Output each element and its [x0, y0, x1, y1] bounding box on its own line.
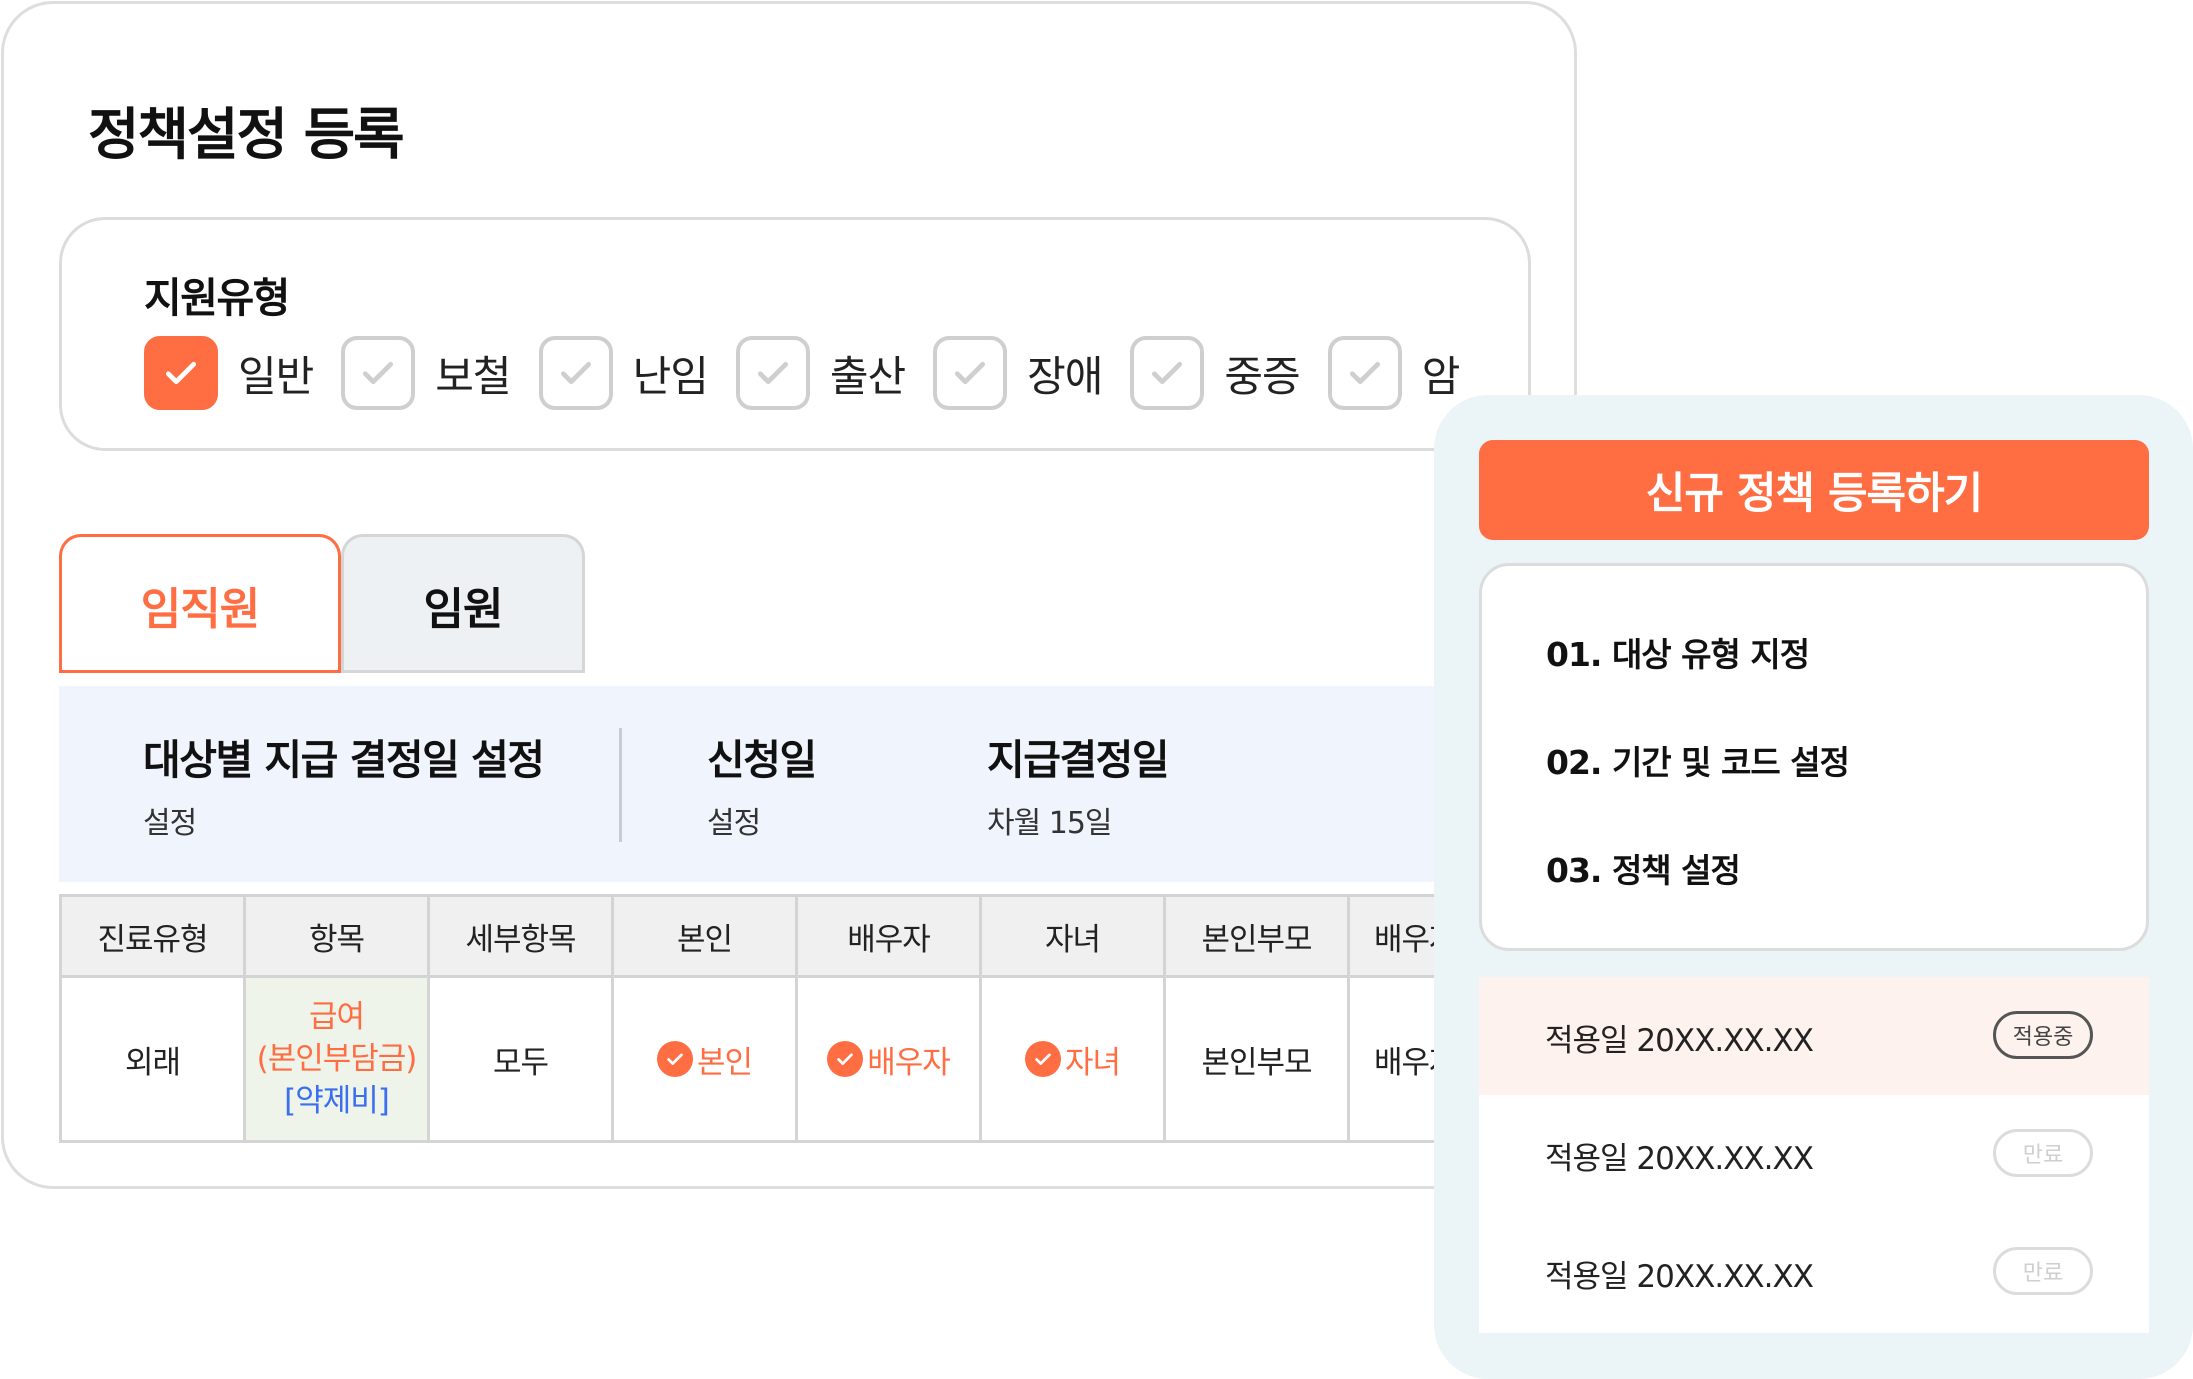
- self-cell[interactable]: 본인: [611, 975, 798, 1143]
- history-date: 적용일 20XX.XX.XX: [1545, 1141, 1814, 1177]
- active-tab-underline: [59, 670, 341, 673]
- policy-steps: 01. 대상 유형 지정 02. 기간 및 코드 설정 03. 정책 설정: [1479, 563, 2149, 951]
- history-item[interactable]: 적용일 20XX.XX.XX 만료: [1479, 1213, 2149, 1331]
- check-icon: [1349, 361, 1380, 385]
- spouse-check[interactable]: 배우자: [827, 1037, 951, 1082]
- checkbox-disability[interactable]: [933, 336, 1008, 410]
- column-header: 진료유형: [59, 894, 246, 978]
- page-title: 정책설정 등록: [88, 103, 405, 168]
- apply-date-setting-link[interactable]: 설정: [707, 798, 761, 842]
- option-label: 장애: [1027, 351, 1103, 401]
- checkbox-general[interactable]: [144, 336, 218, 410]
- policy-side-panel: 신규 정책 등록하기 01. 대상 유형 지정 02. 기간 및 코드 설정 0…: [1434, 395, 2193, 1379]
- column-header: 본인부모: [1163, 894, 1350, 978]
- support-option-general[interactable]: 일반: [144, 336, 314, 410]
- parents-cell[interactable]: 본인부모: [1163, 975, 1350, 1143]
- support-option-childbirth[interactable]: 출산: [735, 336, 906, 410]
- table-row: 외래 급여 (본인부담금) [약제비] 모두 본인 배우자 자녀 본인부모 배우…: [59, 975, 1534, 1143]
- column-header: 자녀: [979, 894, 1166, 978]
- check-circle-icon: [1024, 1041, 1061, 1077]
- new-policy-button[interactable]: 신규 정책 등록하기: [1479, 440, 2149, 540]
- child-cell[interactable]: 자녀: [979, 975, 1166, 1143]
- support-option-disability[interactable]: 장애: [933, 336, 1103, 410]
- decision-date-title: 지급결정일: [987, 736, 1170, 784]
- step-item[interactable]: 01. 대상 유형 지정: [1546, 628, 1810, 676]
- child-check[interactable]: 자녀: [1024, 1037, 1121, 1082]
- item-pharmacy-link[interactable]: [약제비]: [248, 1080, 426, 1122]
- column-header: 배우자: [795, 894, 982, 978]
- checkbox-infertility[interactable]: [538, 336, 613, 410]
- option-label: 출산: [829, 351, 906, 401]
- column-header: 세부항목: [427, 894, 614, 978]
- support-option-cancer[interactable]: 암: [1327, 336, 1461, 410]
- option-label: 보철: [435, 351, 511, 401]
- table-header-row: 진료유형 항목 세부항목 본인 배우자 자녀 본인부모 배우자: [59, 894, 1534, 978]
- check-circle-icon: [827, 1041, 864, 1077]
- tab-underline: [341, 670, 585, 673]
- care-type-cell: 외래: [59, 975, 246, 1143]
- support-type-label: 지원유형: [144, 274, 290, 322]
- policy-settings-card: 정책설정 등록 지원유형 일반 보철 난임 출산 장애 중증 암 임직원 임원 …: [1, 1, 1577, 1189]
- check-icon: [1152, 361, 1183, 385]
- support-type-options: 일반 보철 난임 출산 장애 중증 암: [144, 336, 1487, 410]
- status-badge: 적용중: [1993, 1011, 2093, 1059]
- history-item[interactable]: 적용일 20XX.XX.XX 적용중: [1479, 977, 2149, 1095]
- history-item[interactable]: 적용일 20XX.XX.XX 만료: [1479, 1095, 2149, 1213]
- sub-item-cell: 모두: [427, 975, 614, 1143]
- option-label: 난임: [632, 351, 709, 401]
- item-copay: (본인부담금): [256, 1041, 418, 1077]
- check-circle-icon: [656, 1041, 693, 1077]
- self-check[interactable]: 본인: [656, 1037, 753, 1082]
- history-date: 적용일 20XX.XX.XX: [1545, 1023, 1814, 1059]
- tab-employees[interactable]: 임직원: [59, 534, 341, 672]
- payment-date-info: 대상별 지급 결정일 설정 설정 신청일 설정 지급결정일 차월 15일: [59, 686, 1574, 882]
- spouse-label: 배우자: [867, 1044, 951, 1081]
- checkbox-cancer[interactable]: [1327, 336, 1402, 410]
- check-icon: [757, 361, 788, 385]
- history-date: 적용일 20XX.XX.XX: [1545, 1259, 1814, 1295]
- child-label: 자녀: [1064, 1044, 1121, 1081]
- tab-executives[interactable]: 임원: [341, 534, 585, 672]
- check-icon: [165, 361, 197, 385]
- column-header: 본인: [611, 894, 798, 978]
- decision-date-value: 차월 15일: [987, 806, 1113, 841]
- checkbox-severe[interactable]: [1130, 336, 1205, 410]
- column-header: 항목: [243, 894, 430, 978]
- option-label: 일반: [238, 351, 314, 401]
- item-cell[interactable]: 급여 (본인부담금) [약제비]: [243, 975, 430, 1143]
- status-badge: 만료: [1993, 1129, 2093, 1177]
- checkbox-childbirth[interactable]: [735, 336, 810, 410]
- step-item[interactable]: 03. 정책 설정: [1546, 844, 1741, 892]
- spouse-cell[interactable]: 배우자: [795, 975, 982, 1143]
- apply-date-title: 신청일: [707, 736, 817, 784]
- checkbox-prosthetic[interactable]: [341, 336, 416, 410]
- policy-history-list: 적용일 20XX.XX.XX 적용중 적용일 20XX.XX.XX 만료 적용일…: [1479, 977, 2149, 1333]
- status-badge: 만료: [1993, 1247, 2093, 1295]
- target-date-title: 대상별 지급 결정일 설정: [143, 736, 545, 784]
- info-divider: [619, 728, 622, 842]
- target-date-setting-link[interactable]: 설정: [143, 798, 197, 842]
- support-option-prosthetic[interactable]: 보철: [341, 336, 512, 410]
- item-benefit: 급여: [308, 999, 365, 1035]
- check-icon: [560, 361, 591, 385]
- support-type-box: 지원유형 일반 보철 난임 출산 장애 중증 암: [59, 217, 1531, 451]
- self-label: 본인: [696, 1044, 753, 1081]
- support-option-infertility[interactable]: 난임: [538, 336, 709, 410]
- policy-table: 진료유형 항목 세부항목 본인 배우자 자녀 본인부모 배우자 외래 급여 (본…: [59, 894, 1534, 1143]
- check-icon: [363, 361, 394, 385]
- check-icon: [955, 361, 986, 385]
- option-label: 암: [1421, 351, 1461, 401]
- option-label: 중증: [1224, 351, 1300, 401]
- support-option-severe[interactable]: 중증: [1130, 336, 1301, 410]
- step-item[interactable]: 02. 기간 및 코드 설정: [1546, 736, 1850, 784]
